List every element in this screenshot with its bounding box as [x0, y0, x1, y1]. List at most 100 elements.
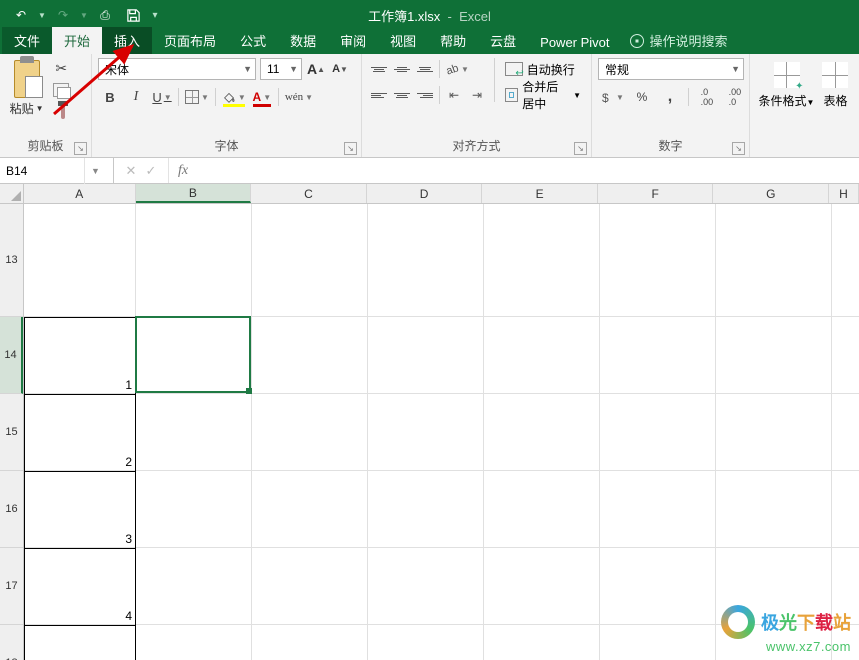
formula-cancel[interactable]: ✕ [122, 163, 140, 179]
cell[interactable]: 4 [24, 548, 136, 625]
cell[interactable]: 3 [24, 471, 136, 548]
underline-button[interactable]: U▼ [150, 86, 174, 108]
column-header[interactable]: D [367, 184, 483, 203]
comma-format[interactable]: , [658, 86, 682, 108]
borders-button[interactable]: ▼ [183, 86, 211, 108]
row-header[interactable]: 18 [0, 625, 23, 660]
group-label-number: 数字 [598, 135, 743, 157]
row-header[interactable]: 16 [0, 471, 23, 548]
conditional-formatting-button[interactable]: ✦ 条件格式▼ [759, 58, 815, 109]
font-color-button[interactable]: A▼ [250, 86, 274, 108]
tab-review[interactable]: 审阅 [328, 27, 378, 54]
tab-help[interactable]: 帮助 [428, 27, 478, 54]
align-top[interactable] [368, 58, 390, 80]
font-size-combo[interactable]: 11▼ [260, 58, 302, 80]
tab-home[interactable]: 开始 [52, 27, 102, 54]
format-as-table-button[interactable]: 表格 [820, 58, 850, 109]
undo-button[interactable]: ↶ [8, 2, 34, 28]
cut-button[interactable] [51, 60, 71, 76]
format-painter-button[interactable] [51, 104, 71, 120]
select-all-corner[interactable] [0, 184, 24, 204]
cell[interactable]: 2 [24, 394, 136, 471]
window-title: 工作簿1.xlsx - Excel [368, 6, 491, 25]
align-right[interactable] [414, 84, 436, 106]
clipboard-dialog-launcher[interactable]: ↘ [74, 142, 87, 155]
align-left[interactable] [368, 84, 390, 106]
title-filename: 工作簿1.xlsx [368, 9, 440, 24]
tab-data[interactable]: 数据 [278, 27, 328, 54]
copy-button[interactable] [51, 82, 71, 98]
increase-indent[interactable]: ⇥ [466, 84, 488, 106]
cond-format-icon: ✦ [772, 60, 802, 90]
tab-power-pivot[interactable]: Power Pivot [528, 31, 621, 54]
row-header[interactable]: 17 [0, 548, 23, 625]
decrease-indent[interactable]: ⇤ [443, 84, 465, 106]
font-name-combo[interactable]: 宋体▼ [98, 58, 256, 80]
column-header[interactable]: E [482, 184, 598, 203]
tab-cloud[interactable]: 云盘 [478, 27, 528, 54]
fill-color-button[interactable]: ▼ [220, 86, 248, 108]
column-header[interactable]: C [251, 184, 367, 203]
number-format-value: 常规 [605, 61, 629, 78]
cells-area[interactable]: 1234 [24, 204, 859, 660]
align-middle[interactable] [391, 58, 413, 80]
currency-icon: $ [600, 90, 614, 104]
tab-view[interactable]: 视图 [378, 27, 428, 54]
undo-dropdown[interactable]: ▼ [36, 2, 48, 28]
phonetic-button[interactable]: wén▼ [283, 86, 315, 108]
tab-insert[interactable]: 插入 [102, 27, 152, 54]
formula-bar-row: ▼ ✕ ✓ fx [0, 158, 859, 184]
worksheet-grid[interactable]: ABCDEFGH 131415161718 1234 [0, 184, 859, 660]
column-header[interactable]: B [136, 184, 252, 203]
font-dialog-launcher[interactable]: ↘ [344, 142, 357, 155]
row-header[interactable]: 14 [0, 317, 23, 394]
percent-format[interactable]: % [630, 86, 654, 108]
paste-button[interactable]: 粘贴▼ [6, 58, 47, 117]
tell-me-search[interactable]: 操作说明搜索 [622, 31, 736, 54]
row-header[interactable]: 15 [0, 394, 23, 471]
name-box[interactable]: ▼ [0, 158, 114, 183]
merge-center-button[interactable]: 合并后居中 ▼ [501, 84, 585, 106]
increase-font-size[interactable]: A▲ [306, 58, 326, 80]
orientation-icon: ab [445, 62, 459, 76]
name-box-input[interactable] [0, 158, 84, 183]
decrease-font-size[interactable]: A▼ [330, 58, 350, 80]
formula-input[interactable] [197, 158, 859, 183]
print-preview-button[interactable]: ⎙ [92, 2, 118, 28]
column-header[interactable]: F [598, 184, 714, 203]
orientation-button[interactable]: ab▼ [443, 58, 471, 80]
alignment-dialog-launcher[interactable]: ↘ [574, 142, 587, 155]
column-header[interactable]: H [829, 184, 859, 203]
ribbon-tabs: 文件 开始 插入 页面布局 公式 数据 审阅 视图 帮助 云盘 Power Pi… [0, 30, 859, 54]
row-header[interactable]: 13 [0, 204, 23, 317]
increase-decimal[interactable]: .0.00 [695, 86, 719, 108]
svg-text:$: $ [602, 91, 609, 104]
cell[interactable]: 1 [24, 317, 136, 394]
column-headers[interactable]: ABCDEFGH [24, 184, 859, 204]
qat-customize[interactable]: ▾ [148, 2, 162, 28]
title-appname: Excel [459, 9, 491, 24]
tab-formulas[interactable]: 公式 [228, 27, 278, 54]
name-box-dropdown[interactable]: ▼ [84, 158, 106, 184]
redo-dropdown[interactable]: ▼ [78, 2, 90, 28]
align-center[interactable] [391, 84, 413, 106]
fx-label[interactable]: fx [169, 158, 197, 183]
wrap-text-button[interactable]: 自动换行 [501, 58, 585, 80]
tab-page-layout[interactable]: 页面布局 [152, 27, 228, 54]
row-headers[interactable]: 131415161718 [0, 204, 24, 660]
tab-file[interactable]: 文件 [2, 27, 52, 54]
column-header[interactable]: G [713, 184, 829, 203]
italic-button[interactable]: I [124, 86, 148, 108]
tell-me-label: 操作说明搜索 [650, 31, 728, 50]
accounting-format[interactable]: $▼ [598, 86, 626, 108]
number-dialog-launcher[interactable]: ↘ [732, 142, 745, 155]
column-header[interactable]: A [24, 184, 136, 203]
save-button[interactable] [120, 2, 146, 28]
number-format-combo[interactable]: 常规▼ [598, 58, 744, 80]
redo-button[interactable]: ↷ [50, 2, 76, 28]
decrease-decimal[interactable]: .00.0 [723, 86, 747, 108]
group-clipboard: 粘贴▼ 剪贴板 ↘ [0, 54, 92, 157]
bold-button[interactable]: B [98, 86, 122, 108]
formula-enter[interactable]: ✓ [142, 163, 160, 179]
align-bottom[interactable] [414, 58, 436, 80]
